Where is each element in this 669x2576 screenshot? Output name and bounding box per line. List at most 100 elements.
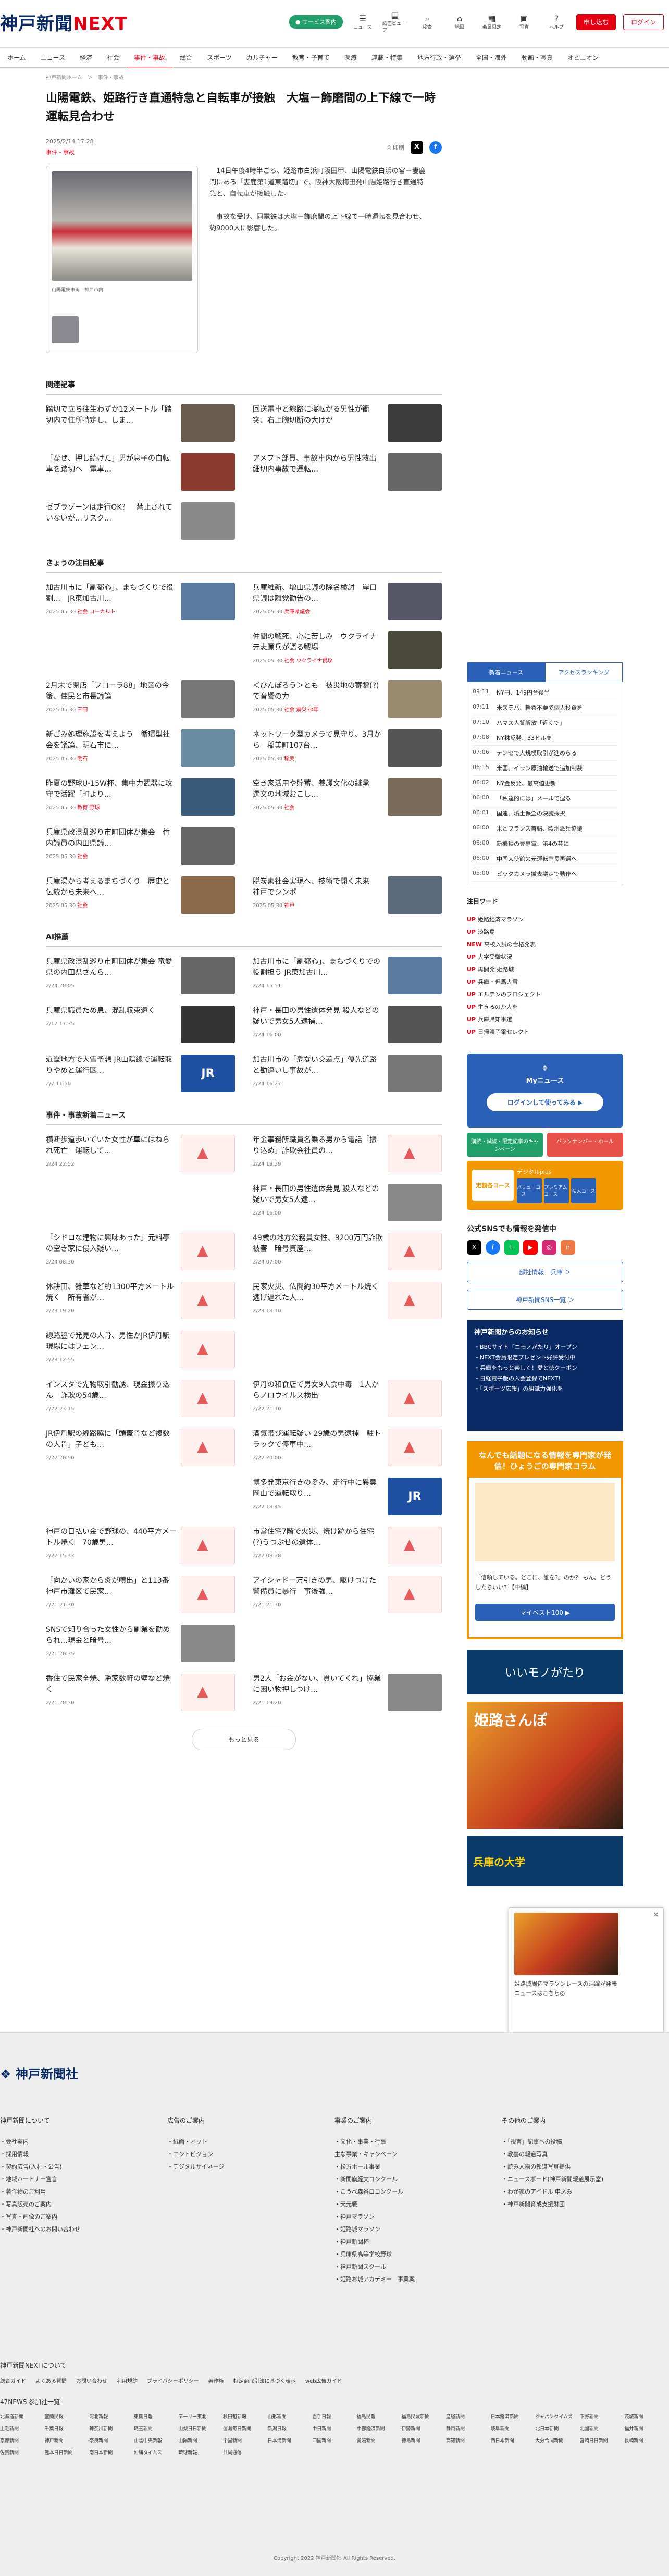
article-card-title[interactable]: 「向かいの家から炎が噴出」と113番 神戸市灘区で民家… (46, 1576, 177, 1597)
article-thumbnail[interactable]: ▲ (388, 1233, 442, 1270)
trend-item[interactable]: UP 再開発 姫路城 (467, 963, 623, 975)
footer-link[interactable]: ・神戸マラソン (334, 2210, 502, 2223)
article-card-category[interactable]: 神戸 (284, 903, 294, 909)
login-to-use-button[interactable]: ログインして使ってみる ▶ (487, 1093, 603, 1111)
article-card-title[interactable]: ネットワーク型カメラで見守り、3月から 稲美町107台… (253, 729, 383, 751)
article-card[interactable]: 回送電車と線路に寝転がる男性が衝突、右上腕切断の大けが (253, 404, 442, 445)
footer-link[interactable]: ・著作物のご利用 (0, 2185, 167, 2198)
notice-item[interactable]: ・兵庫をもっと楽しく！愛と徳クーポン (474, 1363, 616, 1373)
footer-link[interactable]: ・デジタルサイネージ (167, 2160, 334, 2173)
article-card-title[interactable]: 49歳の地方公務員女性、9200万円詐欺被害 暗号資産… (253, 1233, 383, 1255)
article-thumbnail[interactable] (388, 631, 442, 669)
footer-link[interactable]: ・読み人物の報道写真提供 (502, 2160, 669, 2173)
article-card[interactable]: 2月末で閉店「フローラ88」地区の今後、住民と市長議論 2025.05.30 三田 (46, 680, 235, 721)
member-paper-link[interactable]: デーリー東北 (178, 2413, 223, 2420)
article-card[interactable]: 酒気帯び運転疑い 29歳の男逮捕 駐トラックで停車中… 2/22 20:00 ▲ (253, 1429, 442, 1469)
nav-item[interactable]: 社会 (100, 53, 127, 62)
header-nav-icon[interactable]: ☰ ニュース (350, 14, 375, 30)
footer-link[interactable]: 主な事業・キャンペーン (334, 2148, 502, 2160)
article-card-title[interactable]: 兵庫県政混乱巡り市町団体が集会 竜愛県の内田県さんら… (46, 957, 177, 979)
footer-link[interactable]: ・「視言」記事への投稿 (502, 2135, 669, 2148)
footer-link[interactable]: ・ニュースボード(神戸新聞報道展示室) (502, 2173, 669, 2185)
article-thumbnail[interactable] (181, 827, 235, 865)
footer-link[interactable]: ・姫路城マラソン (334, 2223, 502, 2235)
facebook-icon[interactable]: f (486, 1240, 500, 1255)
notice-item[interactable]: ・「スポーツ広報」の組織力強化を (474, 1384, 616, 1394)
article-thumbnail[interactable]: ▲ (181, 1135, 235, 1172)
member-paper-link[interactable]: 南日本新聞 (89, 2449, 134, 2456)
footer-link[interactable]: ・写真販売のご案内 (0, 2198, 167, 2210)
article-card[interactable]: 博多発東京行きのぞみ、走行中に異臭 岡山で運転取り… 2/22 18:45 JR (253, 1478, 442, 1518)
article-card[interactable]: ＜ぴんぽろう＞とも 被災地の寄贈(?)で音響の力 2025.05.30 社会 震災… (253, 680, 442, 721)
article-card[interactable]: 新ごみ処理施設を考えよう 循環型社会を議論、明石市に… 2025.05.30 明石 (46, 729, 235, 770)
article-card[interactable]: 空き家活用や貯蓄、養護文化の継承 選文の地域おこし… 2025.05.30 社会 (253, 778, 442, 819)
article-card[interactable]: アメフト部員、事故車内から男性救出 細切内事故で運転… (253, 453, 442, 494)
article-card-title[interactable]: 兵庫維新、増山県議の除名検討 岸口県議は離党勧告の… (253, 583, 383, 604)
article-card[interactable]: JR伊丹駅の線路脇に「頭蓋骨など複数の人骨」子ども… 2/22 20:50 ▲ (46, 1429, 235, 1469)
member-paper-link[interactable]: 北海道新聞 (0, 2413, 45, 2420)
header-nav-icon[interactable]: ▤ 紙面ビューア (382, 10, 407, 34)
article-card-title[interactable]: 踏切で立ち往生わずか12メートル「踏切内で住所特定し、しま… (46, 404, 177, 426)
article-card[interactable]: 脱炭素社会実現へ、技術で開く未来 神戸でシンポ 2025.05.30 神戸 (253, 876, 442, 917)
article-card-tag[interactable]: 野球 (90, 805, 100, 811)
line-icon[interactable]: L (504, 1240, 519, 1255)
article-thumbnail[interactable]: ▲ (388, 1527, 442, 1564)
article-card-title[interactable]: 兵庫県政混乱巡り市町団体が集会 竹内議員の内田県議… (46, 827, 177, 849)
news-row[interactable]: 06:00 米とフランス首脳、欧州派兵協議 (473, 821, 617, 836)
member-paper-link[interactable]: 熊本日日新聞 (45, 2449, 90, 2456)
article-card-category[interactable]: 稲美 (284, 756, 294, 762)
article-card[interactable]: 神戸・長田の男性遺体発見 殺人などの疑いで男女5人逮… 2/24 16:00 (253, 1184, 442, 1224)
news-row[interactable]: 06:15 米国、イラン原油輸送で追加制裁 (473, 761, 617, 776)
trend-item[interactable]: UP 生きるのか人を (467, 1000, 623, 1013)
member-paper-link[interactable]: 山陽新聞 (178, 2437, 223, 2444)
article-thumbnail[interactable] (388, 957, 442, 994)
article-card[interactable]: 踏切で立ち往生わずか12メートル「踏切内で住所特定し、しま… (46, 404, 235, 445)
member-paper-link[interactable]: 中日新聞 (312, 2425, 357, 2432)
trend-item[interactable]: UP エルテンのプロジェクト (467, 988, 623, 1000)
member-paper-link[interactable]: 伊勢新聞 (401, 2425, 446, 2432)
article-card-category[interactable]: 社会 (284, 707, 296, 713)
article-card-category[interactable]: 教育 (77, 805, 89, 811)
campaign-banner[interactable]: 購読・試読・限定記事のキャンペーン (467, 1133, 543, 1157)
article-card[interactable]: 「向かいの家から炎が噴出」と113番 神戸市灘区で民家… 2/21 21:30 ▲ (46, 1576, 235, 1616)
footer-link[interactable]: ・文化・事業・行事 (334, 2135, 502, 2148)
article-card-title[interactable]: 民家火災、仏間約30平方メートル焼く 逃げ遅れた人… (253, 1282, 386, 1304)
nav-item[interactable]: 総合 (172, 53, 200, 62)
article-thumbnail[interactable]: ▲ (181, 1576, 235, 1613)
footer-link[interactable]: ・神戸新聞社へのお問い合わせ (0, 2223, 167, 2235)
article-thumbnail[interactable] (388, 876, 442, 914)
article-thumbnail[interactable]: ▲ (181, 1429, 235, 1466)
footer-link[interactable]: ・紙面・ネット (167, 2135, 334, 2148)
member-paper-link[interactable]: 北國新聞 (580, 2425, 625, 2432)
article-card[interactable]: 兵庫県職員ため息、混乱収束遠く 2/17 17:35 (46, 1006, 235, 1046)
member-paper-link[interactable]: 日本経済新聞 (491, 2413, 536, 2420)
article-card[interactable]: 市営住宅7階で火災、焼け跡から住宅(?)うつぶせの遺体… 2/22 08:38 ▲ (253, 1527, 442, 1567)
article-card-title[interactable]: 兵庫県職員ため息、混乱収束遠く (46, 1006, 177, 1017)
article-thumbnail[interactable]: ▲ (388, 1380, 442, 1417)
imonogatari-banner[interactable]: いいモノがたり (467, 1650, 623, 1694)
news-row[interactable]: 09:11 NY円、149円台後半 (473, 685, 617, 700)
footer-next-link[interactable]: 特定商取引法に基づく表示 (233, 2376, 296, 2384)
nav-item[interactable]: 経済 (72, 53, 100, 62)
member-paper-link[interactable]: ジャパンタイムズ (535, 2413, 580, 2420)
article-card[interactable]: 昨夏の野球U-15W杯、集中力武器に攻守で活躍「町より… 2025.05.30 教… (46, 778, 235, 819)
footer-link[interactable]: ・天元戦 (334, 2198, 502, 2210)
footer-link[interactable]: ・地域ハートナー宣言 (0, 2173, 167, 2185)
trend-item[interactable]: UP 兵庫・但馬大雪 (467, 975, 623, 988)
column-banner[interactable]: なんでも話題になる情報を専門家が発信！ひょうごの専門家コラム 「信頼している。ど… (467, 1441, 623, 1639)
news-row[interactable]: 07:08 NY株反発、33ドル高 (473, 730, 617, 746)
article-thumbnail[interactable] (181, 778, 235, 816)
article-card-title[interactable]: 神戸の日払い金で野球の、440平方メートル焼く 70歳男… (46, 1527, 177, 1549)
header-nav-icon[interactable]: ▣ 写真 (512, 14, 537, 30)
article-card-category[interactable]: 社会 (77, 854, 88, 860)
news-row[interactable]: 06:01 国連、墳土保全の決議採択 (473, 806, 617, 821)
trend-item[interactable]: UP 淡路島 (467, 925, 623, 938)
site-logo[interactable]: 神戸新聞NEXT (0, 9, 128, 35)
member-paper-link[interactable]: 岐阜新聞 (491, 2425, 536, 2432)
article-thumbnail[interactable]: JR (388, 1478, 442, 1515)
trend-item[interactable]: UP 日帰渡子電セレクト (467, 1025, 623, 1038)
article-card-title[interactable]: 酒気帯び運転疑い 29歳の男逮捕 駐トラックで停車中… (253, 1429, 383, 1451)
news-row[interactable]: 06:02 NY金反発、最高値更新 (473, 776, 617, 791)
sns-info-button[interactable]: 部社情報 兵庫 ＞ (467, 1262, 623, 1282)
himeji-banner[interactable]: 姫路さんぽ (467, 1702, 623, 1829)
